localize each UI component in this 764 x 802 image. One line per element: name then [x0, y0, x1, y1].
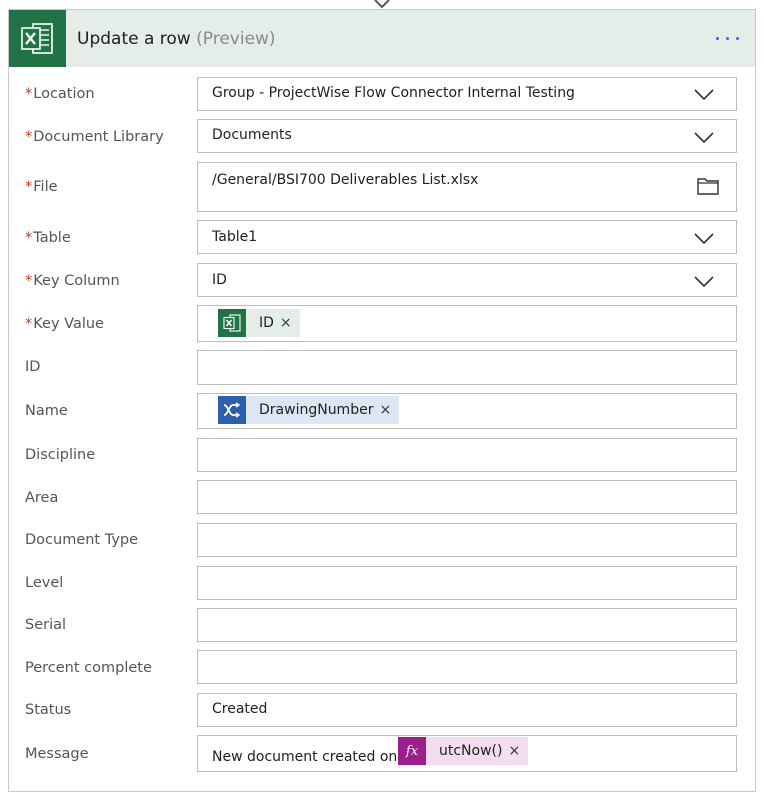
message-value: New document created on — [212, 749, 398, 765]
table-value: Table1 — [212, 229, 258, 245]
token-label: DrawingNumber — [259, 402, 374, 418]
name-input[interactable]: DrawingNumber × — [197, 393, 737, 429]
table-dropdown[interactable]: Table1 — [197, 220, 737, 254]
chevron-down-icon[interactable] — [694, 89, 714, 101]
id-label: ID — [25, 359, 41, 375]
serial-label: Serial — [25, 617, 67, 633]
required-marker: * — [25, 273, 33, 289]
preview-tag: (Preview) — [196, 29, 276, 49]
dynamic-content-token[interactable]: ID × — [218, 309, 300, 337]
row-level: Level — [9, 566, 755, 600]
row-serial: Serial — [9, 608, 755, 642]
level-label: Level — [25, 575, 64, 591]
file-label-text: File — [33, 179, 58, 195]
required-marker: * — [25, 179, 33, 195]
message-input[interactable]: New document created on fx utcNow() × — [197, 735, 737, 772]
dynamic-content-token[interactable]: DrawingNumber × — [218, 396, 400, 424]
row-key-value: *Key Value ID × — [9, 305, 755, 342]
more-options-icon[interactable] — [713, 30, 743, 46]
location-label-text: Location — [33, 86, 95, 102]
status-value: Created — [212, 701, 268, 717]
key-column-dropdown[interactable]: ID — [197, 263, 737, 297]
serial-input[interactable] — [197, 608, 737, 642]
token-label: ID — [259, 315, 274, 331]
action-name: Update a row — [77, 29, 191, 49]
row-document-type: Document Type — [9, 523, 755, 557]
area-input[interactable] — [197, 480, 737, 514]
row-discipline: Discipline — [9, 438, 755, 472]
percent-complete-label: Percent complete — [25, 660, 152, 676]
row-file: *File /General/BSI700 Deliverables List.… — [9, 162, 755, 212]
level-input[interactable] — [197, 566, 737, 600]
chevron-down-icon[interactable] — [694, 276, 714, 288]
file-picker[interactable]: /General/BSI700 Deliverables List.xlsx — [197, 162, 737, 212]
function-icon-glyph: fx — [405, 743, 419, 759]
variable-icon — [218, 396, 246, 424]
location-label: *Location — [25, 86, 95, 102]
key-column-value: ID — [212, 272, 227, 288]
remove-token-button[interactable]: × — [280, 315, 300, 331]
key-column-label: *Key Column — [25, 273, 120, 289]
name-label: Name — [25, 403, 68, 419]
key-value-input[interactable]: ID × — [197, 305, 737, 342]
required-marker: * — [25, 230, 33, 246]
area-label: Area — [25, 490, 59, 506]
row-message: Message New document created on fx utcNo… — [9, 735, 755, 772]
row-percent-complete: Percent complete — [9, 650, 755, 684]
document-library-label-text: Document Library — [33, 129, 164, 145]
document-library-dropdown[interactable]: Documents — [197, 119, 737, 153]
row-area: Area — [9, 480, 755, 514]
status-label: Status — [25, 702, 72, 718]
discipline-input[interactable] — [197, 438, 737, 472]
update-row-action-card: Update a row (Preview) *Location Group -… — [8, 9, 756, 792]
document-library-label: *Document Library — [25, 129, 164, 145]
required-marker: * — [25, 129, 33, 145]
percent-complete-input[interactable] — [197, 650, 737, 684]
excel-icon — [21, 23, 53, 54]
status-input[interactable]: Created — [197, 693, 737, 727]
file-label: *File — [25, 179, 58, 195]
required-marker: * — [25, 316, 33, 332]
table-label: *Table — [25, 230, 71, 246]
token-label: utcNow() — [439, 743, 503, 759]
required-marker: * — [25, 86, 33, 102]
key-value-label-text: Key Value — [33, 316, 104, 332]
row-key-column: *Key Column ID — [9, 263, 755, 297]
chevron-down-icon[interactable] — [694, 233, 714, 245]
table-label-text: Table — [33, 230, 71, 246]
message-label: Message — [25, 746, 89, 762]
remove-token-button[interactable]: × — [508, 743, 528, 759]
function-icon: fx — [398, 737, 426, 765]
document-library-value: Documents — [212, 127, 292, 143]
key-value-label: *Key Value — [25, 316, 104, 332]
folder-icon[interactable] — [697, 177, 719, 195]
discipline-label: Discipline — [25, 447, 96, 463]
row-table: *Table Table1 — [9, 220, 755, 254]
document-type-input[interactable] — [197, 523, 737, 557]
remove-token-button[interactable]: × — [379, 402, 399, 418]
chevron-down-icon[interactable] — [694, 132, 714, 144]
row-location: *Location Group - ProjectWise Flow Conne… — [9, 77, 755, 111]
row-status: Status Created — [9, 693, 755, 727]
location-value: Group - ProjectWise Flow Connector Inter… — [212, 85, 575, 101]
app-tile — [9, 10, 66, 67]
id-input[interactable] — [197, 350, 737, 385]
row-name: Name DrawingNumber × — [9, 393, 755, 429]
document-type-label: Document Type — [25, 532, 139, 548]
expression-token[interactable]: fx utcNow() × — [398, 737, 529, 765]
card-header[interactable]: Update a row (Preview) — [9, 10, 755, 67]
card-title: Update a row (Preview) — [77, 29, 276, 49]
row-document-library: *Document Library Documents — [9, 119, 755, 153]
location-dropdown[interactable]: Group - ProjectWise Flow Connector Inter… — [197, 77, 737, 111]
file-value: /General/BSI700 Deliverables List.xlsx — [212, 172, 479, 188]
row-id: ID — [9, 350, 755, 385]
key-column-label-text: Key Column — [33, 273, 120, 289]
excel-icon — [218, 309, 246, 337]
